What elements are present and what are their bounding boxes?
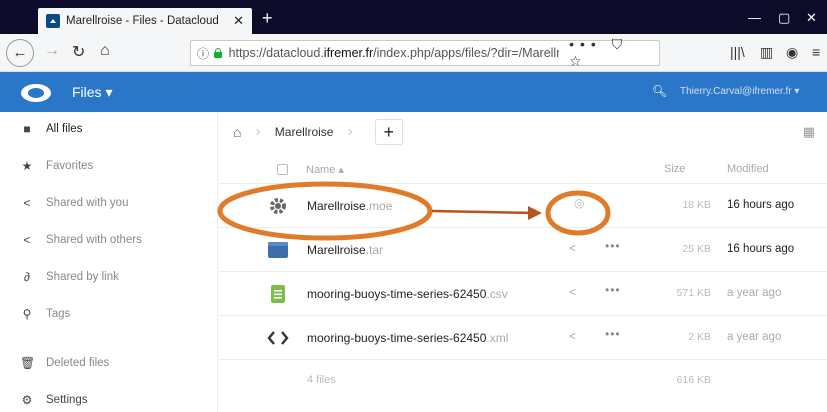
- column-header-modified[interactable]: Modified: [727, 163, 769, 175]
- sidebar-item-label: Favorites: [46, 160, 94, 172]
- user-menu[interactable]: Thierry.Carval@ifremer.fr ▾: [680, 86, 799, 97]
- code-icon: [267, 327, 289, 349]
- address-bar[interactable]: ⓘ https://datacloud.ifremer.fr/index.php…: [190, 36, 660, 69]
- grid-view-icon[interactable]: ▦: [803, 124, 815, 140]
- sidebar-toggle-icon[interactable]: ▥: [760, 44, 773, 61]
- file-modified: 16 hours ago: [727, 243, 795, 255]
- file-count: 4 files: [307, 374, 336, 386]
- file-modified: a year ago: [727, 287, 782, 299]
- more-actions-icon[interactable]: •••: [605, 327, 621, 341]
- main-content: ⌂ › Marellroise › + ▦ Name ▴ Size Modifi…: [219, 112, 827, 412]
- nextcloud-favicon-icon: [46, 14, 60, 28]
- share-icon: <: [23, 196, 31, 210]
- table-row[interactable]: Marellroise.moe ◎ 18 KB 16 hours ago: [219, 184, 827, 228]
- file-modified: 16 hours ago: [727, 199, 795, 211]
- browser-tab-bar: Marellroise - Files - Datacloud ✕ + — ▢ …: [0, 0, 827, 34]
- sidebar-item-shared-by-link[interactable]: ∂ Shared by link: [0, 262, 218, 292]
- breadcrumb: ⌂ › Marellroise › +: [219, 112, 827, 152]
- sidebar-item-all-files[interactable]: ■ All files: [0, 114, 218, 144]
- sidebar-item-favorites[interactable]: ★ Favorites: [0, 151, 218, 181]
- share-icon[interactable]: <: [569, 241, 576, 255]
- sidebar-item-deleted-files[interactable]: 🗑︎ Deleted files: [0, 348, 218, 378]
- forward-arrow-icon[interactable]: →: [44, 42, 60, 60]
- breadcrumb-folder[interactable]: Marellroise: [275, 125, 334, 139]
- browser-nav-bar: ← → ↻ ⌂ ⓘ https://datacloud.ifremer.fr/i…: [0, 34, 827, 72]
- search-icon[interactable]: 🔍︎: [652, 84, 667, 98]
- share-icon[interactable]: <: [569, 329, 576, 343]
- new-file-button[interactable]: +: [374, 119, 403, 145]
- table-row[interactable]: mooring-buoys-time-series-62450.xml < ••…: [219, 316, 827, 360]
- back-arrow-icon[interactable]: ←: [6, 39, 34, 67]
- tab-close-icon[interactable]: ✕: [233, 13, 244, 29]
- sidebar-item-settings[interactable]: ⚙ Settings: [0, 385, 218, 412]
- info-icon[interactable]: ⓘ: [197, 45, 209, 62]
- eye-icon[interactable]: ◎: [574, 196, 584, 210]
- account-icon[interactable]: ◉: [786, 44, 798, 61]
- sidebar: ■ All files ★ Favorites < Shared with yo…: [0, 112, 218, 412]
- reload-icon[interactable]: ↻: [72, 42, 85, 62]
- sidebar-item-label: Deleted files: [46, 357, 110, 369]
- spreadsheet-icon: [267, 283, 289, 305]
- home-icon[interactable]: ⌂: [233, 124, 241, 140]
- minimize-button[interactable]: —: [748, 10, 761, 25]
- app-menu[interactable]: Files ▾: [72, 84, 112, 101]
- file-name[interactable]: Marellroise.tar: [307, 243, 383, 257]
- chevron-right-icon: ›: [255, 123, 261, 140]
- tab-title: Marellroise - Files - Datacloud: [66, 15, 219, 27]
- app-header: Files ▾ 🔍︎ Thierry.Carval@ifremer.fr ▾: [0, 72, 827, 112]
- chevron-right-icon: ›: [347, 123, 353, 140]
- gear-icon: ⚙: [21, 393, 33, 407]
- file-name[interactable]: mooring-buoys-time-series-62450.xml: [307, 331, 508, 345]
- sidebar-item-shared-with-you[interactable]: < Shared with you: [0, 188, 218, 218]
- archive-icon: [267, 239, 289, 261]
- share-icon: <: [23, 233, 31, 247]
- cloud-logo-icon[interactable]: [18, 81, 54, 103]
- file-size: 571 KB: [676, 287, 711, 299]
- sidebar-item-label: Shared with others: [46, 234, 142, 246]
- home-icon[interactable]: ⌂: [100, 42, 110, 60]
- more-actions-icon[interactable]: •••: [605, 239, 621, 253]
- url-text[interactable]: https://datacloud.ifremer.fr/index.php/a…: [229, 46, 560, 60]
- browser-tab[interactable]: Marellroise - Files - Datacloud ✕: [38, 8, 252, 34]
- gear-icon: [267, 195, 289, 217]
- table-row[interactable]: Marellroise.tar < ••• 25 KB 16 hours ago: [219, 228, 827, 272]
- sidebar-item-label: Shared by link: [46, 271, 119, 283]
- link-icon: ∂: [24, 270, 30, 284]
- new-tab-button[interactable]: +: [262, 8, 273, 29]
- share-icon[interactable]: <: [569, 285, 576, 299]
- folder-icon: ■: [23, 122, 31, 136]
- star-icon: ★: [21, 159, 33, 173]
- sidebar-item-label: Shared with you: [46, 197, 129, 209]
- total-size: 616 KB: [676, 374, 711, 386]
- table-row[interactable]: mooring-buoys-time-series-62450.csv < ••…: [219, 272, 827, 316]
- tag-icon: ⚲: [22, 307, 32, 321]
- sidebar-item-label: Tags: [46, 308, 71, 320]
- sidebar-item-label: Settings: [46, 394, 88, 406]
- maximize-button[interactable]: ▢: [778, 10, 790, 26]
- sidebar-item-label: All files: [46, 123, 83, 135]
- sidebar-item-shared-with-others[interactable]: < Shared with others: [0, 225, 218, 255]
- sidebar-item-tags[interactable]: ⚲ Tags: [0, 299, 218, 329]
- library-icon[interactable]: |||\: [730, 44, 745, 60]
- table-summary: 4 files 616 KB: [219, 360, 827, 400]
- trash-icon: 🗑︎: [20, 356, 36, 370]
- more-actions-icon[interactable]: •••: [605, 283, 621, 297]
- file-name[interactable]: Marellroise.moe: [307, 199, 392, 213]
- table-header: Name ▴ Size Modified: [219, 154, 827, 184]
- menu-icon[interactable]: ≡: [812, 44, 820, 60]
- column-header-size[interactable]: Size: [664, 163, 685, 175]
- close-window-button[interactable]: ✕: [806, 10, 817, 26]
- file-modified: a year ago: [727, 331, 782, 343]
- file-size: 2 KB: [688, 331, 711, 343]
- file-size: 18 KB: [682, 199, 711, 211]
- file-name[interactable]: mooring-buoys-time-series-62450.csv: [307, 287, 508, 301]
- file-size: 25 KB: [682, 243, 711, 255]
- page-actions-icon[interactable]: ••• ⛉ ☆: [569, 36, 653, 70]
- file-table: Name ▴ Size Modified Marellroise.moe ◎ 1…: [219, 154, 827, 400]
- select-all-checkbox[interactable]: [277, 164, 288, 175]
- column-header-name[interactable]: Name ▴: [306, 163, 344, 176]
- lock-icon: [213, 48, 223, 58]
